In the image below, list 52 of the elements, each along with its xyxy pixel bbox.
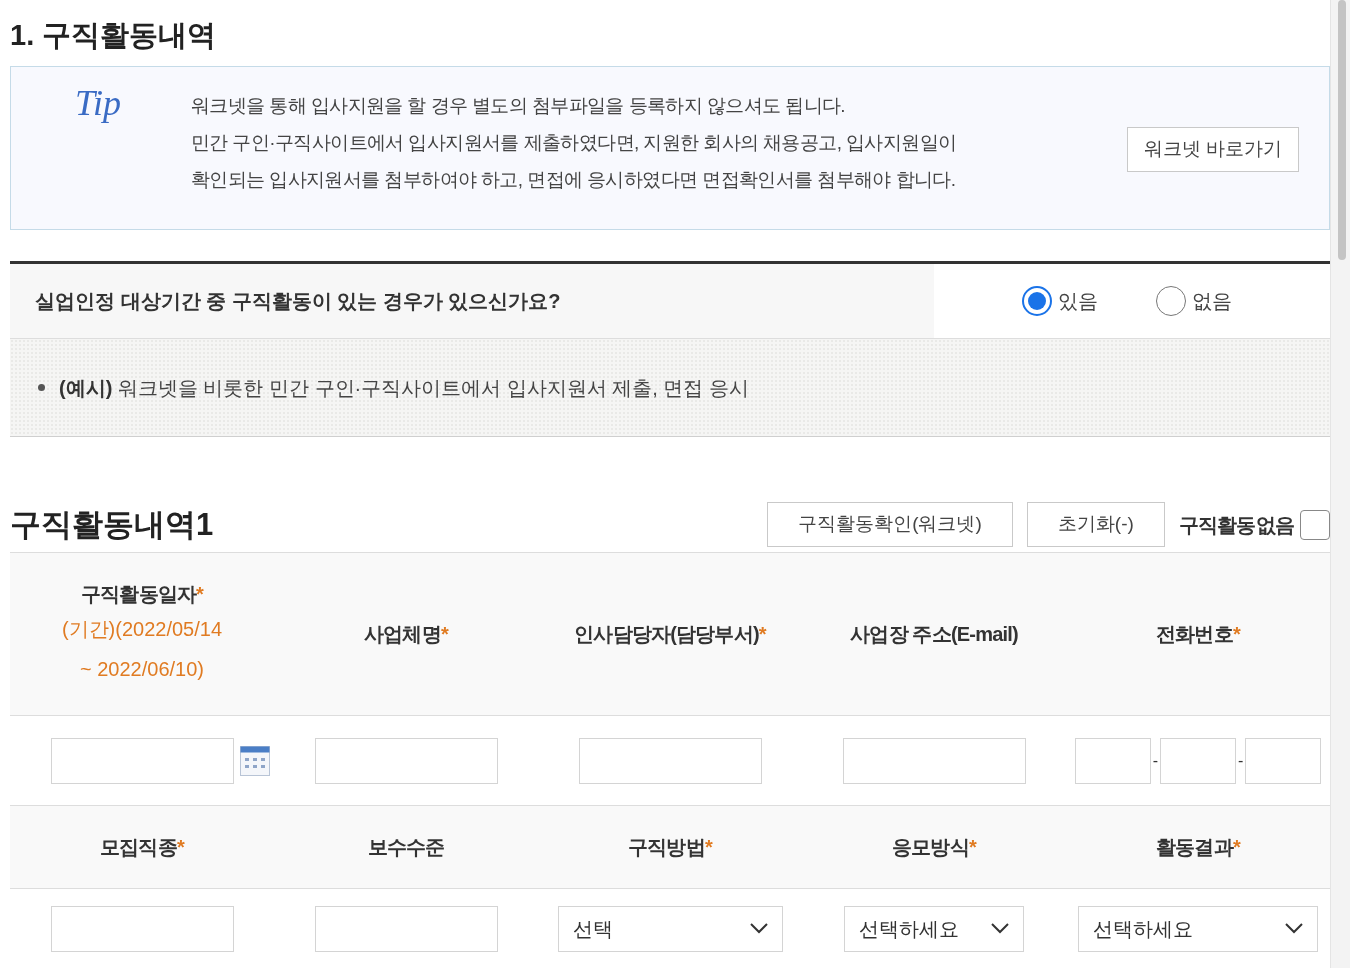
text-input-field[interactable] xyxy=(50,905,234,952)
text-input-field[interactable] xyxy=(578,737,762,784)
text-input-field[interactable] xyxy=(314,737,498,784)
phone-input-field[interactable] xyxy=(1160,737,1236,784)
chevron-down-icon xyxy=(1285,923,1303,934)
dash-separator: - xyxy=(1238,750,1244,771)
column-header: 인사담당자(담당부서)* xyxy=(574,622,766,647)
section-title: 1. 구직활동내역 xyxy=(10,18,218,53)
select-dropdown[interactable]: 선택하세요 xyxy=(844,905,1024,952)
scrollbar[interactable] xyxy=(1330,0,1350,968)
date-range-note: (기간)(2022/05/14 xyxy=(61,617,223,642)
bullet-icon xyxy=(38,384,45,391)
text-input-field[interactable] xyxy=(842,737,1026,784)
radio-option[interactable]: 없음 xyxy=(1156,286,1232,316)
column-header: 사업체명* xyxy=(364,622,448,647)
tip-text-line: 민간 구인·구직사이트에서 입사지원서를 제출하였다면, 지원한 회사의 채용공고, 입사지원일이 xyxy=(191,131,958,155)
text-input-field[interactable] xyxy=(314,905,498,952)
date-range-note: ~ 2022/06/10) xyxy=(80,657,204,682)
tip-label: Tip xyxy=(74,82,123,121)
chevron-down-icon xyxy=(749,923,768,934)
radio-button[interactable] xyxy=(1156,286,1186,316)
example-text: (예시) 워크넷을 비롯한 민간 구인·구직사이트에서 입사지원서 제출, 면접 응시 xyxy=(59,375,749,401)
radio-button[interactable] xyxy=(1022,286,1052,316)
radio-option[interactable]: 있음 xyxy=(1022,286,1098,316)
column-header: 구직방법* xyxy=(628,835,712,860)
dash-separator: - xyxy=(1152,750,1158,771)
column-header: 보수수준 xyxy=(367,835,445,860)
reset-button[interactable]: 초기화(-) xyxy=(1026,502,1165,547)
select-dropdown[interactable]: 선택하세요 xyxy=(1078,905,1318,952)
activity-title: 구직활동내역1 xyxy=(10,505,215,544)
radio-label: 있음 xyxy=(1058,289,1098,314)
tip-text-line: 확인되는 입사지원서를 첨부하여야 하고, 면접에 응시하였다면 면접확인서를 첨부해야 합니다. xyxy=(191,168,957,192)
calendar-icon[interactable] xyxy=(239,745,270,776)
column-header: 모집직종* xyxy=(100,835,184,860)
question-text: 실업인정 대상기간 중 구직활동이 있는 경우가 있으신가요? xyxy=(10,264,934,338)
column-header: 사업장 주소(E-mail) xyxy=(850,622,1018,647)
select-dropdown[interactable]: 선택 xyxy=(557,905,783,952)
column-header: 구직활동일자* xyxy=(80,582,204,607)
phone-input-field[interactable] xyxy=(1074,737,1151,784)
chevron-down-icon xyxy=(991,923,1009,934)
phone-input-field[interactable] xyxy=(1245,737,1322,784)
no-activity-checkbox[interactable] xyxy=(1300,509,1330,540)
worknet-check-button[interactable]: 구직활동확인(워크넷) xyxy=(767,502,1013,547)
worknet-link-button[interactable]: 워크넷 바로가기 xyxy=(1126,127,1299,172)
date-input-field[interactable] xyxy=(50,737,234,784)
tip-text-line: 워크넷을 통해 입사지원을 할 경우 별도의 첨부파일을 등록하지 않으셔도 됩니다. xyxy=(191,94,846,118)
radio-label: 없음 xyxy=(1192,289,1232,314)
scrollbar-thumb[interactable] xyxy=(1338,0,1346,260)
no-activity-label: 구직활동없음 xyxy=(1178,512,1294,538)
column-header: 전화번호* xyxy=(1156,622,1240,647)
column-header: 활동결과* xyxy=(1156,835,1240,860)
column-header: 응모방식* xyxy=(892,835,976,860)
